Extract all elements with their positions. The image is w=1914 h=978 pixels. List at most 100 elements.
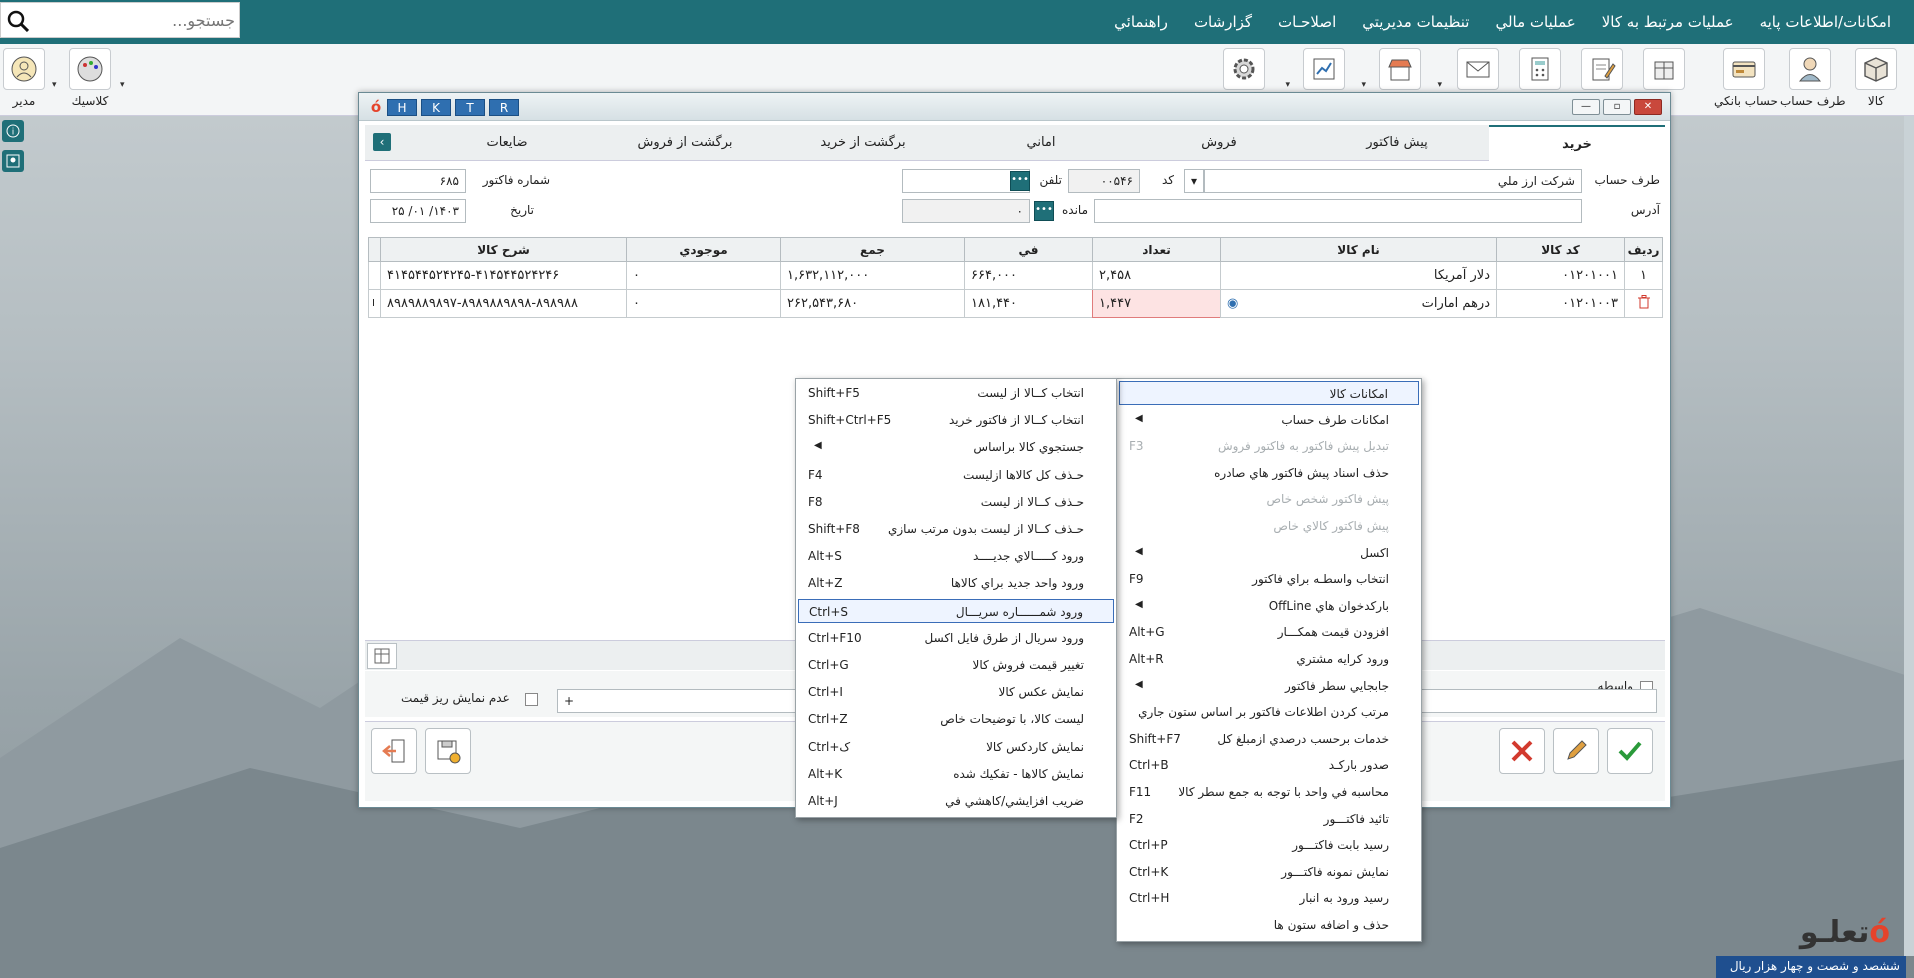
menu-item[interactable]: ورود كـــــالاي جديــــد Alt+S — [798, 544, 1114, 568]
scrollbar[interactable] — [1904, 116, 1914, 956]
chevron-down-icon[interactable]: ▾ — [1184, 169, 1204, 193]
contact-icon[interactable] — [2, 150, 24, 172]
hotkey-k[interactable]: K — [421, 99, 451, 116]
toolbar-settings-button[interactable] — [1214, 48, 1274, 90]
table-row[interactable]: ۰۱۲۰۱۰۰۳ درهم امارات ◉ ۱,۴۴۷ ۱۸۱,۴۴۰ ۲۶۲,… — [368, 289, 1663, 318]
tab-purchase[interactable]: خريد — [1489, 125, 1665, 161]
menu-item[interactable]: نمايش كالاها - تفكيك شده Alt+K — [798, 762, 1114, 786]
info-icon[interactable]: i — [2, 120, 24, 142]
cell-price[interactable]: ۶۶۴,۰۰۰ — [964, 261, 1093, 290]
menu-item[interactable]: خدمات برحسب درصدي ازمبلغ كل Shift+F7 — [1119, 727, 1419, 751]
menu-item[interactable]: حـذف كل كالاها ازليست F4 — [798, 463, 1114, 487]
menu-item[interactable]: انتخاب كــالا از ليست Shift+F5 — [798, 381, 1114, 405]
menu-item[interactable]: امكانات طرف حساب ◀ — [1119, 408, 1419, 432]
menu-item[interactable]: ورود سريال از طرق فايل اكسل Ctrl+F10 — [798, 626, 1114, 650]
save-draft-button[interactable] — [425, 728, 471, 774]
menu-item[interactable]: ورود شمــــــاره سريـــال Ctrl+S — [798, 598, 1114, 623]
col-total[interactable]: جمع — [780, 237, 965, 262]
minimize-icon[interactable]: — — [1572, 99, 1600, 115]
menu-item[interactable]: جستجوي كالا براساس ◀ — [798, 435, 1114, 459]
hotkey-t[interactable]: T — [455, 99, 485, 116]
toolbar-calc-button[interactable] — [1510, 48, 1570, 90]
cell-total[interactable]: ۲۶۲,۵۴۳,۶۸۰ — [780, 289, 965, 318]
menu-item[interactable]: رسيد بابت فاكتـــور Ctrl+P — [1119, 833, 1419, 857]
code-field[interactable]: ۰۰۵۴۶ — [1068, 169, 1140, 193]
menu-item-corrections[interactable]: اصلاحـات — [1265, 13, 1349, 31]
menu-item[interactable]: افزودن قيمت همكـــار Alt+G — [1119, 620, 1419, 644]
menu-item[interactable]: ليست كالا، با توضيحات خاص Ctrl+Z — [798, 707, 1114, 731]
chevron-down-icon[interactable]: ▾ — [1361, 80, 1366, 90]
menu-item[interactable]: حـذف كــالا از ليست F8 — [798, 490, 1114, 514]
menu-item-management[interactable]: تنظيمات مديريتي — [1349, 13, 1482, 31]
tab-sale[interactable]: فروش — [1131, 125, 1307, 161]
toolbar-mail-button[interactable] — [1448, 48, 1508, 90]
tab-sale-return[interactable]: برگشت از فروش — [597, 125, 773, 161]
balance-lookup-button[interactable]: ••• — [1034, 201, 1054, 221]
col-name[interactable]: نام كالا — [1220, 237, 1497, 262]
cell-row[interactable] — [1624, 289, 1663, 318]
toolbar-account-button[interactable]: طرف حساب — [1780, 48, 1846, 108]
edit-button[interactable] — [1553, 728, 1599, 774]
grid-settings-button[interactable] — [367, 643, 397, 669]
cell-desc[interactable]: ۴۱۴۵۴۴۵۲۴۲۴۵-۴۱۴۵۴۴۵۲۴۲۴۶ — [380, 261, 627, 290]
menu-item[interactable]: صدور باركـد Ctrl+B — [1119, 753, 1419, 777]
menu-item-help[interactable]: راهنمائي — [1101, 13, 1181, 31]
date-field[interactable]: ۱۴۰۳/ ۰۱/ ۲۵ — [370, 199, 466, 223]
col-price[interactable]: في — [964, 237, 1093, 262]
toolbar-note-button[interactable] — [1572, 48, 1632, 90]
hotkey-h[interactable]: H — [387, 99, 417, 116]
menu-item[interactable]: انتخاب واسطـه براي فاكتور F9 — [1119, 567, 1419, 591]
menu-item[interactable]: حذف اسناد پيش فاكتور هاي صادره — [1119, 461, 1419, 485]
menu-item-reports[interactable]: گزارشات — [1181, 13, 1265, 31]
confirm-button[interactable] — [1607, 728, 1653, 774]
menu-item[interactable]: نمايش نمونه فاكتـــور Ctrl+K — [1119, 860, 1419, 884]
tab-consignment[interactable]: اماني — [953, 125, 1129, 161]
cell-qty[interactable]: ۱,۴۴۷ — [1092, 289, 1221, 318]
search-icon[interactable] — [7, 10, 29, 32]
menu-item[interactable]: انتخاب كــالا از فاكتور خريد Shift+Ctrl+F… — [798, 408, 1114, 432]
address-field[interactable] — [1094, 199, 1582, 223]
chevron-down-icon[interactable]: ▾ — [120, 80, 125, 90]
cell-total[interactable]: ۱,۶۳۲,۱۱۲,۰۰۰ — [780, 261, 965, 290]
cell-stock[interactable]: ۰ — [626, 261, 781, 290]
cell-qty[interactable]: ۲,۴۵۸ — [1092, 261, 1221, 290]
exit-button[interactable] — [371, 728, 417, 774]
toolbar-bank-button[interactable]: حساب بانكي — [1714, 48, 1778, 108]
invoice-no-field[interactable]: ۶۸۵ — [370, 169, 466, 193]
menu-item[interactable]: مرتب كردن اطلاعات فاكتور بر اساس ستون جا… — [1119, 700, 1419, 724]
col-qty[interactable]: تعداد — [1092, 237, 1221, 262]
trash-icon[interactable] — [1637, 294, 1650, 309]
menu-item[interactable]: رسيد ورود به انبار Ctrl+H — [1119, 886, 1419, 910]
close-icon[interactable]: ✕ — [1634, 99, 1662, 115]
cell-name[interactable]: درهم امارات ◉ — [1220, 289, 1497, 318]
menu-item[interactable]: حـذف كــالا از ليست بدون مرتب سازي Shift+… — [798, 517, 1114, 541]
cell-row[interactable]: ۱ — [1624, 261, 1663, 290]
menu-item[interactable]: ورود كرايه مشتري Alt+R — [1119, 647, 1419, 671]
menu-item[interactable]: محاسبه في واحد با توجه به جمع سطر كالا F1… — [1119, 780, 1419, 804]
menu-item[interactable]: حذف و اضافه ستون ها — [1119, 913, 1419, 937]
toolbar-warehouse-button[interactable] — [1634, 48, 1694, 90]
menu-item-financial[interactable]: عمليات مالي — [1482, 13, 1588, 31]
no-price-detail-checkbox[interactable] — [525, 693, 538, 706]
cancel-button[interactable] — [1499, 728, 1545, 774]
menu-item[interactable]: اكسل ◀ — [1119, 541, 1419, 565]
toolbar-goods-button[interactable]: كالا — [1846, 48, 1906, 108]
toolbar-theme-button[interactable]: كلاسيك — [60, 48, 120, 108]
menu-item[interactable]: تائيد فاكتـــور F2 — [1119, 807, 1419, 831]
chevron-down-icon[interactable]: ▾ — [1285, 80, 1290, 90]
table-row[interactable]: ۱ ۰۱۲۰۱۰۰۱ دلار آمريكا ۲,۴۵۸ ۶۶۴,۰۰۰ ۱,۶… — [368, 261, 1663, 290]
tab-proforma[interactable]: پيش فاكتور — [1309, 125, 1485, 161]
menu-item[interactable]: تغيير قيمت فروش كالا Ctrl+G — [798, 653, 1114, 677]
cell-code[interactable]: ۰۱۲۰۱۰۰۳ — [1496, 289, 1625, 318]
cell-price[interactable]: ۱۸۱,۴۴۰ — [964, 289, 1093, 318]
phone-lookup-button[interactable]: ••• — [1010, 171, 1030, 191]
account-field[interactable]: شركت ارز ملي — [1204, 169, 1582, 193]
search-input[interactable] — [37, 7, 235, 33]
col-stock[interactable]: موجودي — [626, 237, 781, 262]
cell-stock[interactable]: ۰ — [626, 289, 781, 318]
toolbar-shop-button[interactable] — [1370, 48, 1430, 90]
menu-item[interactable]: ورود واحد جديد براي كالاها Alt+Z — [798, 571, 1114, 595]
col-code[interactable]: كد كالا — [1496, 237, 1625, 262]
menu-item-base-info[interactable]: امكانات/اطلاعات پايه — [1747, 13, 1904, 31]
menu-item[interactable]: جابجايي سطر فاكتور ◀ — [1119, 674, 1419, 698]
